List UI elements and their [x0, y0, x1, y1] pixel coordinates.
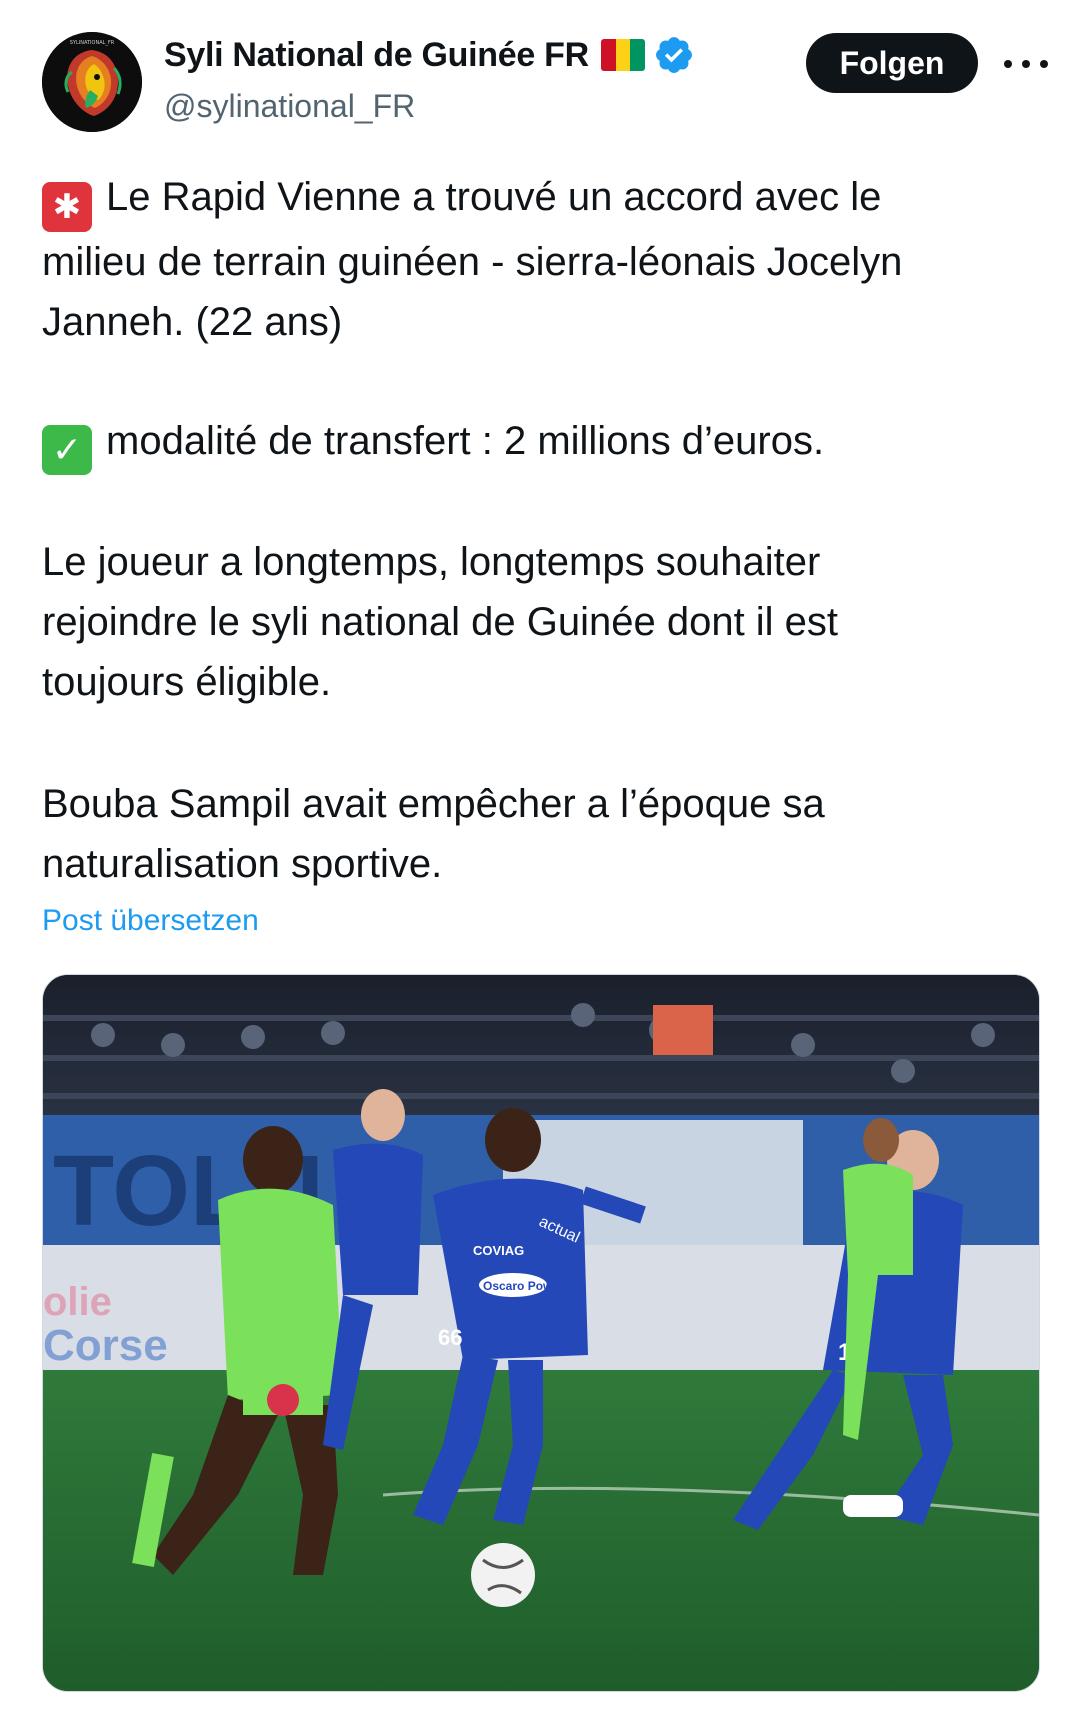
more-icon[interactable]	[1004, 46, 1048, 82]
football-match-photo: TOLU olie Corse COVIAG Oscaro Power actu…	[43, 975, 1039, 1691]
post-text-line: naturalisation sportive.	[42, 842, 443, 886]
banner-text: Corse	[43, 1321, 168, 1370]
post-card: SYLINATIONAL_FR Syli National de Guinée …	[0, 0, 1079, 1726]
post-media-photo[interactable]: TOLU olie Corse COVIAG Oscaro Power actu…	[42, 974, 1040, 1692]
guinea-flag-icon	[600, 39, 645, 71]
post-text-line: Le joueur a longtemps, longtemps souhait…	[42, 540, 821, 584]
author-handle[interactable]: @sylinational_FR	[164, 88, 415, 125]
post-text-line: rejoindre le syli national de Guinée don…	[42, 600, 839, 644]
lion-logo-icon: SYLINATIONAL_FR	[42, 32, 142, 132]
check-emoji-icon: ✓	[42, 425, 92, 475]
author-name-row[interactable]: Syli National de Guinée FR	[164, 34, 695, 76]
post-text-line: milieu de terrain guinéen - sierra-léona…	[42, 240, 903, 284]
post-text-line: Janneh. (22 ans)	[42, 300, 343, 344]
banner-text: olie	[43, 1280, 112, 1324]
post-paragraph-4: Bouba Sampil avait empêcher a l’époque s…	[42, 774, 1042, 894]
siren-emoji-icon: ✱	[42, 182, 92, 232]
post-text-line: modalité de transfert : 2 millions d’eur…	[106, 419, 825, 463]
post-text-line: toujours éligible.	[42, 660, 332, 704]
post-text-line: Le Rapid Vienne a trouvé un accord avec …	[106, 175, 882, 219]
post-paragraph-1: ✱ Le Rapid Vienne a trouvé un accord avec…	[42, 167, 1042, 352]
post-paragraph-2: ✓ modalité de transfert : 2 millions d’eu…	[42, 411, 1042, 475]
post-text-line: Bouba Sampil avait empêcher a l’époque s…	[42, 782, 825, 826]
jersey-text: Oscaro Power	[483, 1279, 564, 1293]
author-display-name[interactable]: Syli National de Guinée FR	[164, 36, 589, 75]
author-avatar[interactable]: SYLINATIONAL_FR	[42, 32, 142, 132]
jersey-number: 66	[438, 1325, 462, 1350]
post-paragraph-3: Le joueur a longtemps, longtemps souhait…	[42, 532, 1042, 712]
translate-post-link[interactable]: Post übersetzen	[42, 904, 259, 938]
follow-button[interactable]: Folgen	[806, 33, 978, 93]
verified-badge-icon	[655, 37, 692, 73]
avatar-badge-text: SYLINATIONAL_FR	[70, 40, 115, 46]
jersey-text: COVIAG	[473, 1243, 524, 1258]
